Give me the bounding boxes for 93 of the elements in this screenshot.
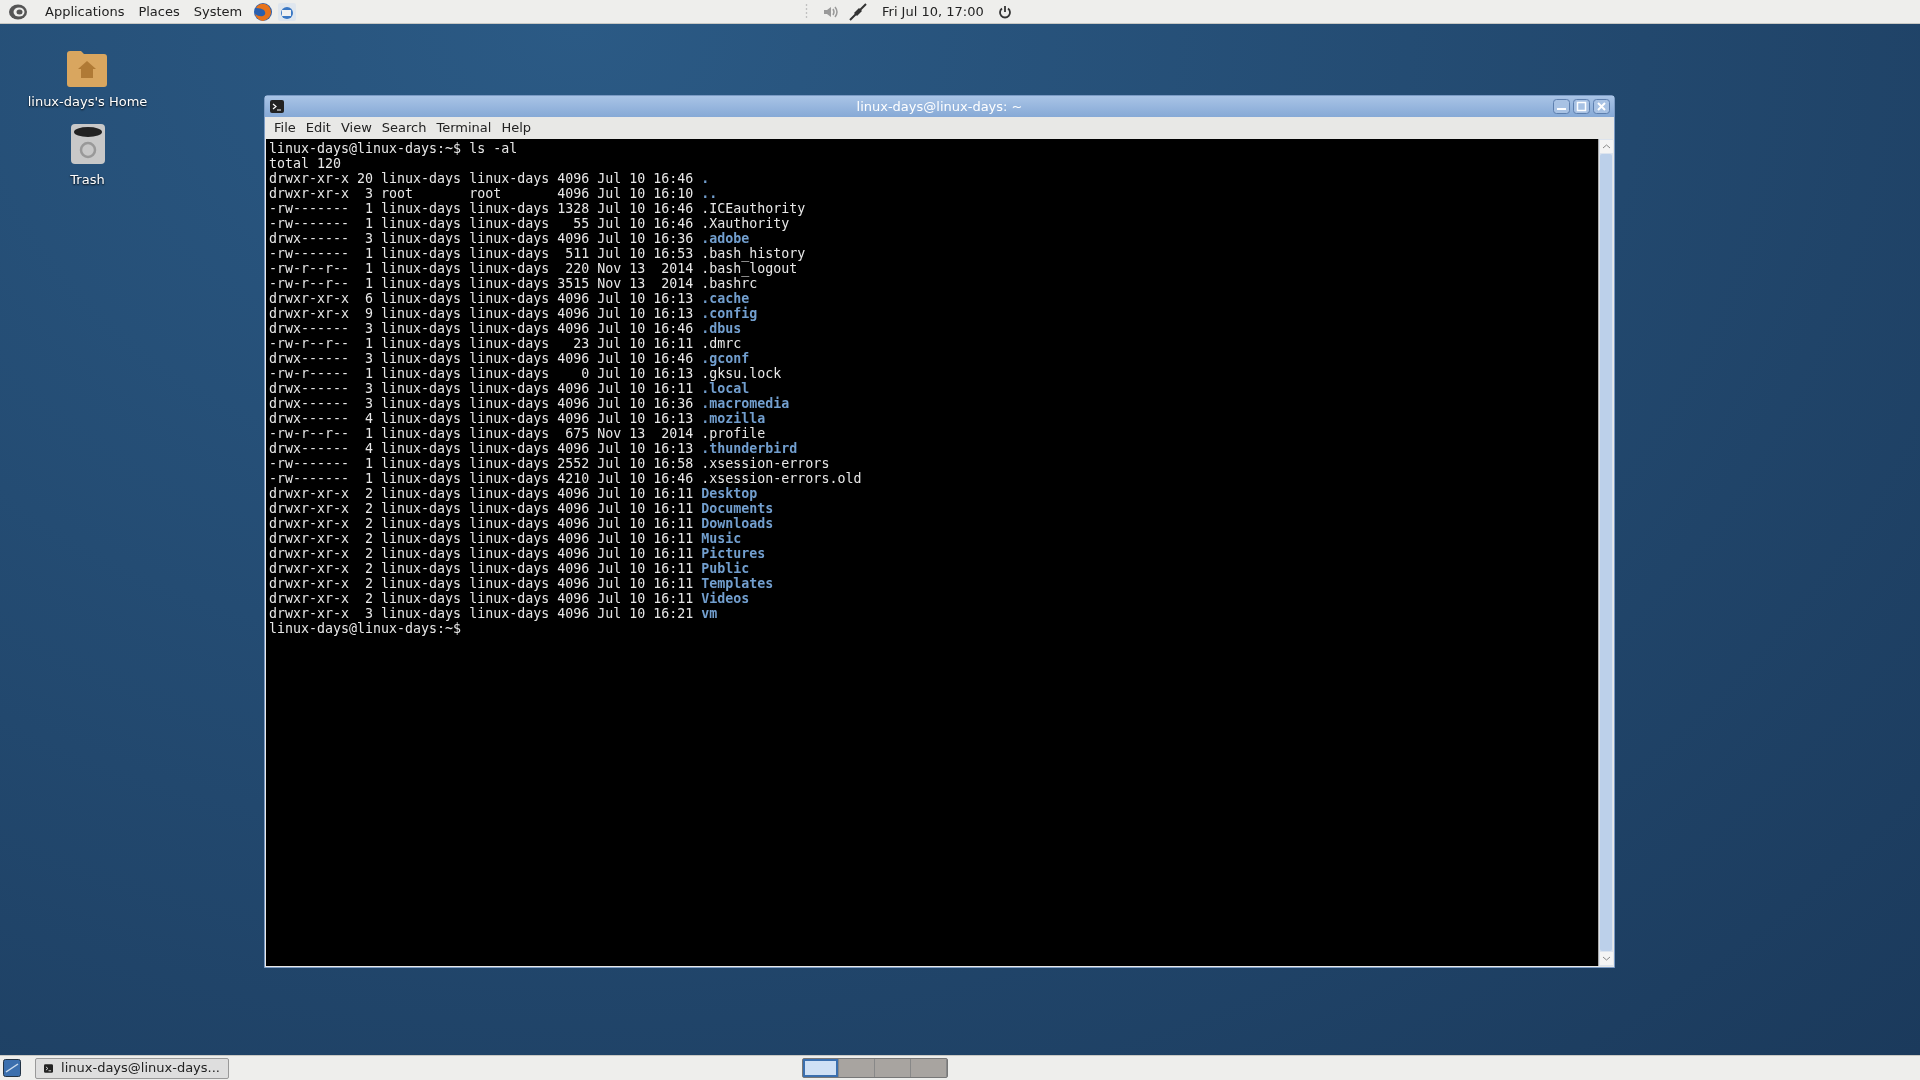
file-name: .xsession-errors: [701, 456, 830, 471]
terminal-icon: [270, 100, 284, 113]
directory-name: .local: [701, 381, 750, 396]
file-details: drwx------ 3 linux-days linux-days 4096 Jul 10 16:36: [269, 231, 694, 246]
directory-name: .gconf: [701, 351, 750, 366]
file-details: drwxr-xr-x 9 linux-days linux-days 4096 Jul 10 16:13: [269, 306, 694, 321]
directory-name: .: [701, 171, 710, 186]
file-details: drwx------ 4 linux-days linux-days 4096 Jul 10 16:13: [269, 411, 694, 426]
scroll-up-icon[interactable]: [1600, 140, 1613, 153]
file-details: -rw------- 1 linux-days linux-days 1328 Jul 10 16:46: [269, 201, 694, 216]
file-details: -rw------- 1 linux-days linux-days 2552 Jul 10 16:58: [269, 456, 694, 471]
taskbar-button[interactable]: linux-days@linux-days...: [35, 1057, 229, 1079]
distro-logo-icon[interactable]: [8, 2, 28, 21]
file-name: .bash_history: [701, 246, 806, 261]
browser-launcher-icon[interactable]: [253, 1, 274, 22]
directory-name: Videos: [701, 591, 750, 606]
panel-menu[interactable]: System: [186, 0, 250, 23]
file-details: drwxr-xr-x 2 linux-days linux-days 4096 Jul 10 16:11: [269, 591, 694, 606]
panel-menu[interactable]: Applications: [38, 0, 132, 23]
file-name: .dmrc: [701, 336, 742, 351]
show-desktop-icon[interactable]: [3, 1059, 21, 1077]
menu-item[interactable]: Help: [496, 118, 537, 138]
menu-item[interactable]: Edit: [300, 118, 336, 138]
icon-label: linux-days's Home: [27, 93, 148, 111]
scroll-down-icon[interactable]: [1600, 952, 1613, 965]
power-icon[interactable]: [997, 4, 1012, 19]
file-details: drwxr-xr-x 3 root root 4096 Jul 10 16:10: [269, 186, 694, 201]
file-name: .bashrc: [701, 276, 758, 291]
file-details: drwx------ 3 linux-days linux-days 4096 Jul 10 16:11: [269, 381, 694, 396]
file-details: drwxr-xr-x 3 linux-days linux-days 4096 Jul 10 16:21: [269, 606, 694, 621]
file-details: drwxr-xr-x 2 linux-days linux-days 4096 Jul 10 16:11: [269, 531, 694, 546]
file-details: -rw-r--r-- 1 linux-days linux-days 23 Jul 10 16:11: [269, 336, 694, 351]
network-plug-icon[interactable]: [848, 1, 868, 22]
file-details: drwxr-xr-x 2 linux-days linux-days 4096 Jul 10 16:11: [269, 501, 694, 516]
directory-name: vm: [701, 606, 718, 621]
file-details: drwx------ 4 linux-days linux-days 4096 Jul 10 16:13: [269, 441, 694, 456]
directory-name: .thunderbird: [701, 441, 798, 456]
directory-name: ..: [701, 186, 718, 201]
file-details: -rw------- 1 linux-days linux-days 55 Jul 10 16:46: [269, 216, 694, 231]
directory-name: Documents: [701, 501, 774, 516]
window-title: linux-days@linux-days: ~: [856, 97, 1023, 116]
file-details: -rw-r--r-- 1 linux-days linux-days 220 Nov 13 2014: [269, 261, 694, 276]
clock[interactable]: Fri Jul 10, 17:00: [882, 1, 984, 22]
terminal-line: linux-days@linux-days:~$ ls -al: [269, 141, 518, 156]
directory-name: Templates: [701, 576, 774, 591]
file-details: -rw------- 1 linux-days linux-days 4210 Jul 10 16:46: [269, 471, 694, 486]
menu-item[interactable]: File: [269, 118, 301, 138]
file-details: drwxr-xr-x 2 linux-days linux-days 4096 Jul 10 16:11: [269, 516, 694, 531]
file-details: -rw------- 1 linux-days linux-days 511 Jul 10 16:53: [269, 246, 694, 261]
directory-name: .dbus: [701, 321, 742, 336]
file-name: .gksu.lock: [701, 366, 782, 381]
directory-name: .adobe: [701, 231, 750, 246]
file-details: drwxr-xr-x 2 linux-days linux-days 4096 Jul 10 16:11: [269, 561, 694, 576]
icon-label: Trash: [70, 170, 105, 189]
directory-name: .mozilla: [701, 411, 766, 426]
file-details: drwx------ 3 linux-days linux-days 4096 Jul 10 16:36: [269, 396, 694, 411]
directory-name: .cache: [701, 291, 750, 306]
directory-name: Desktop: [701, 486, 758, 501]
directory-name: .config: [701, 306, 758, 321]
file-name: .bash_logout: [701, 261, 798, 276]
menu-item[interactable]: Search: [376, 118, 432, 138]
home-folder-icon[interactable]: [65, 48, 110, 88]
directory-name: Music: [701, 531, 742, 546]
file-name: .ICEauthority: [701, 201, 806, 216]
workspace-button[interactable]: [803, 1059, 839, 1077]
file-details: drwxr-xr-x 2 linux-days linux-days 4096 Jul 10 16:11: [269, 486, 694, 501]
directory-name: Downloads: [701, 516, 774, 531]
maximize-button[interactable]: [1573, 99, 1590, 114]
mail-launcher-icon[interactable]: [277, 1, 298, 22]
directory-name: .macromedia: [701, 396, 790, 411]
terminal-icon: [44, 1061, 54, 1075]
file-name: .Xauthority: [701, 216, 790, 231]
close-button[interactable]: [1593, 99, 1610, 114]
file-details: drwxr-xr-x 2 linux-days linux-days 4096 Jul 10 16:11: [269, 546, 694, 561]
file-details: drwxr-xr-x 2 linux-days linux-days 4096 Jul 10 16:11: [269, 576, 694, 591]
file-details: drwx------ 3 linux-days linux-days 4096 Jul 10 16:46: [269, 321, 694, 336]
menu-item[interactable]: Terminal: [431, 118, 497, 138]
file-details: drwxr-xr-x 6 linux-days linux-days 4096 Jul 10 16:13: [269, 291, 694, 306]
panel-menu[interactable]: Places: [131, 0, 187, 23]
file-details: -rw-r--r-- 1 linux-days linux-days 3515 Nov 13 2014: [269, 276, 694, 291]
directory-name: Pictures: [701, 546, 766, 561]
minimize-button[interactable]: [1553, 99, 1570, 114]
terminal-line: linux-days@linux-days:~$: [269, 621, 462, 636]
panel-separator-icon: [805, 2, 808, 21]
menu-item[interactable]: View: [335, 118, 377, 138]
directory-name: Public: [701, 561, 750, 576]
file-details: drwxr-xr-x 20 linux-days linux-days 4096 Jul 10 16:46: [269, 171, 694, 186]
file-details: drwx------ 3 linux-days linux-days 4096 Jul 10 16:46: [269, 351, 694, 366]
file-name: .xsession-errors.old: [701, 471, 862, 486]
file-details: -rw-r----- 1 linux-days linux-days 0 Jul 10 16:13: [269, 366, 694, 381]
file-name: .profile: [701, 426, 766, 441]
file-details: -rw-r--r-- 1 linux-days linux-days 675 Nov 13 2014: [269, 426, 694, 441]
terminal-line: total 120: [269, 156, 342, 171]
